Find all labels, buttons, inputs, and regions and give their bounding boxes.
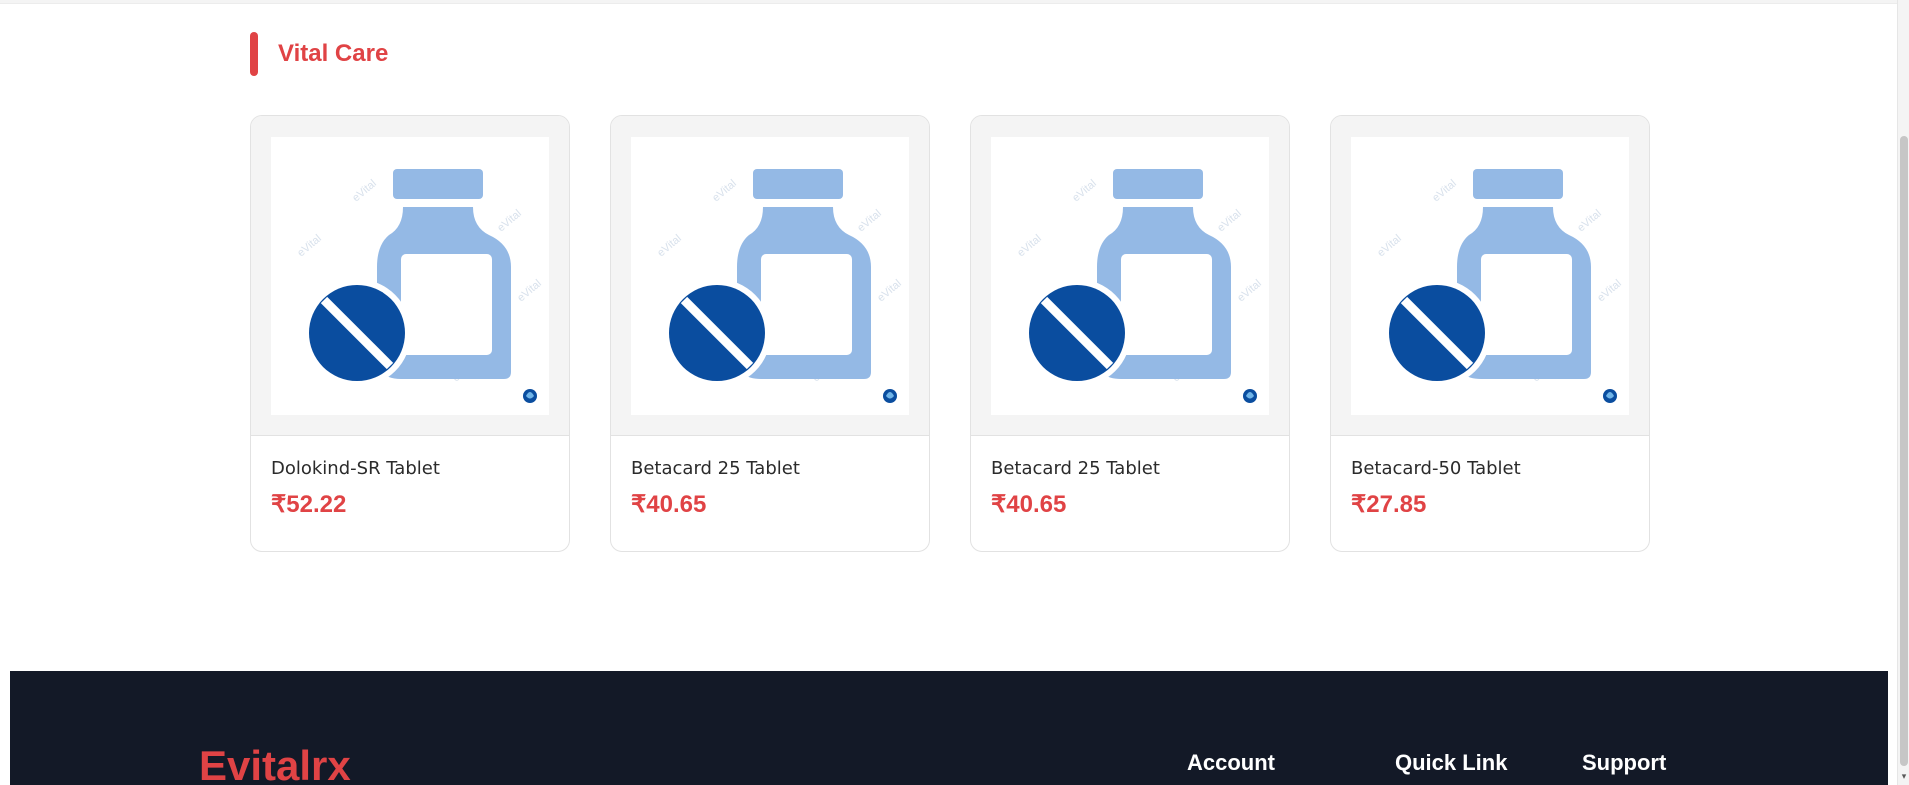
product-price: ₹52.22	[271, 491, 347, 518]
section-header: Vital Care	[250, 32, 388, 76]
footer-logo[interactable]: Evitalrx	[199, 745, 351, 785]
watermark-text: eVital	[1430, 178, 1459, 205]
medicine-bottle-pill-icon: eVitaleVitaleVitaleVitaleVitaleVitaleVit…	[1351, 137, 1629, 415]
watermark-text: eVital	[1575, 208, 1604, 235]
product-name[interactable]: Betacard 25 Tablet	[631, 458, 909, 480]
watermark-text: eVital	[515, 278, 544, 305]
scroll-down-arrow-icon[interactable]: ▾	[1898, 771, 1909, 783]
product-name[interactable]: Betacard 25 Tablet	[991, 458, 1269, 480]
footer-heading-account: Account	[1187, 750, 1275, 775]
product-image-art: eVitaleVitaleVitaleVitaleVitaleVitaleVit…	[295, 169, 544, 403]
product-image-art: eVitaleVitaleVitaleVitaleVitaleVitaleVit…	[655, 169, 904, 403]
product-name[interactable]: Betacard-50 Tablet	[1351, 458, 1629, 480]
watermark-text: eVital	[875, 278, 904, 305]
product-card[interactable]: eVitaleVitaleVitaleVitaleVitaleVitaleVit…	[970, 115, 1290, 552]
top-divider	[0, 0, 1897, 4]
product-image-frame: eVitaleVitaleVitaleVitaleVitaleVitaleVit…	[611, 116, 929, 436]
product-card[interactable]: eVitaleVitaleVitaleVitaleVitaleVitaleVit…	[610, 115, 930, 552]
watermark-text: eVital	[710, 178, 739, 205]
site-footer: Evitalrx Account Quick Link Support	[10, 671, 1888, 785]
footer-heading-quick-link: Quick Link	[1395, 750, 1508, 775]
medicine-bottle-pill-icon: eVitaleVitaleVitaleVitaleVitaleVitaleVit…	[631, 137, 909, 415]
watermark-text: eVital	[1215, 208, 1244, 235]
product-card[interactable]: eVitaleVitaleVitaleVitaleVitaleVitaleVit…	[1330, 115, 1650, 552]
watermark-text: eVital	[295, 233, 324, 260]
bottle-label	[401, 254, 492, 355]
section-title: Vital Care	[278, 40, 389, 67]
page: Vital Care eVitaleVitaleVitaleVitaleVita…	[0, 0, 1909, 785]
product-image-frame: eVitaleVitaleVitaleVitaleVitaleVitaleVit…	[1331, 116, 1649, 436]
watermark-text: eVital	[1235, 278, 1264, 305]
product-price: ₹40.65	[991, 491, 1067, 518]
product-image-art: eVitaleVitaleVitaleVitaleVitaleVitaleVit…	[1375, 169, 1624, 403]
product-info: Betacard-50 Tablet ₹27.85	[1331, 436, 1649, 518]
product-info: Betacard 25 Tablet ₹40.65	[611, 436, 929, 518]
bottle-cap	[1473, 169, 1563, 199]
scrollbar-thumb[interactable]	[1900, 136, 1908, 766]
product-image-frame: eVitaleVitaleVitaleVitaleVitaleVitaleVit…	[971, 116, 1289, 436]
product-price: ₹27.85	[1351, 491, 1427, 518]
product-price: ₹40.65	[631, 491, 707, 518]
medicine-bottle-pill-icon: eVitaleVitaleVitaleVitaleVitaleVitaleVit…	[991, 137, 1269, 415]
watermark-text: eVital	[655, 233, 684, 260]
product-grid: eVital eVital eVital eVital eVital eVital eVit…	[250, 115, 1650, 552]
product-info: Dolokind-SR Tablet ₹52.22	[251, 436, 569, 518]
product-image-art: eVitaleVitaleVitaleVitaleVitaleVitaleVit…	[1015, 169, 1264, 403]
footer-heading-support: Support	[1582, 750, 1667, 775]
watermark-text: eVital	[1595, 278, 1624, 305]
bottle-label	[761, 254, 852, 355]
medicine-bottle-pill-icon: eVitaleVitaleVitaleVitaleVitaleVitaleVit…	[271, 137, 549, 415]
product-name[interactable]: Dolokind-SR Tablet	[271, 458, 549, 480]
bottle-cap	[393, 169, 483, 199]
watermark-text: eVital	[495, 208, 524, 235]
product-info: Betacard 25 Tablet ₹40.65	[971, 436, 1289, 518]
watermark-text: eVital	[350, 178, 379, 205]
watermark-text: eVital	[1015, 233, 1044, 260]
bottle-cap	[753, 169, 843, 199]
section-accent-bar	[250, 32, 258, 76]
product-image-frame: eVitaleVitaleVitaleVitaleVitaleVitaleVit…	[251, 116, 569, 436]
bottle-label	[1121, 254, 1212, 355]
bottle-label	[1481, 254, 1572, 355]
watermark-text: eVital	[1375, 233, 1404, 260]
vertical-scrollbar[interactable]: ▾	[1897, 0, 1909, 785]
watermark-text: eVital	[855, 208, 884, 235]
watermark-text: eVital	[1070, 178, 1099, 205]
bottle-cap	[1113, 169, 1203, 199]
product-card[interactable]: eVitaleVitaleVitaleVitaleVitaleVitaleVit…	[250, 115, 570, 552]
